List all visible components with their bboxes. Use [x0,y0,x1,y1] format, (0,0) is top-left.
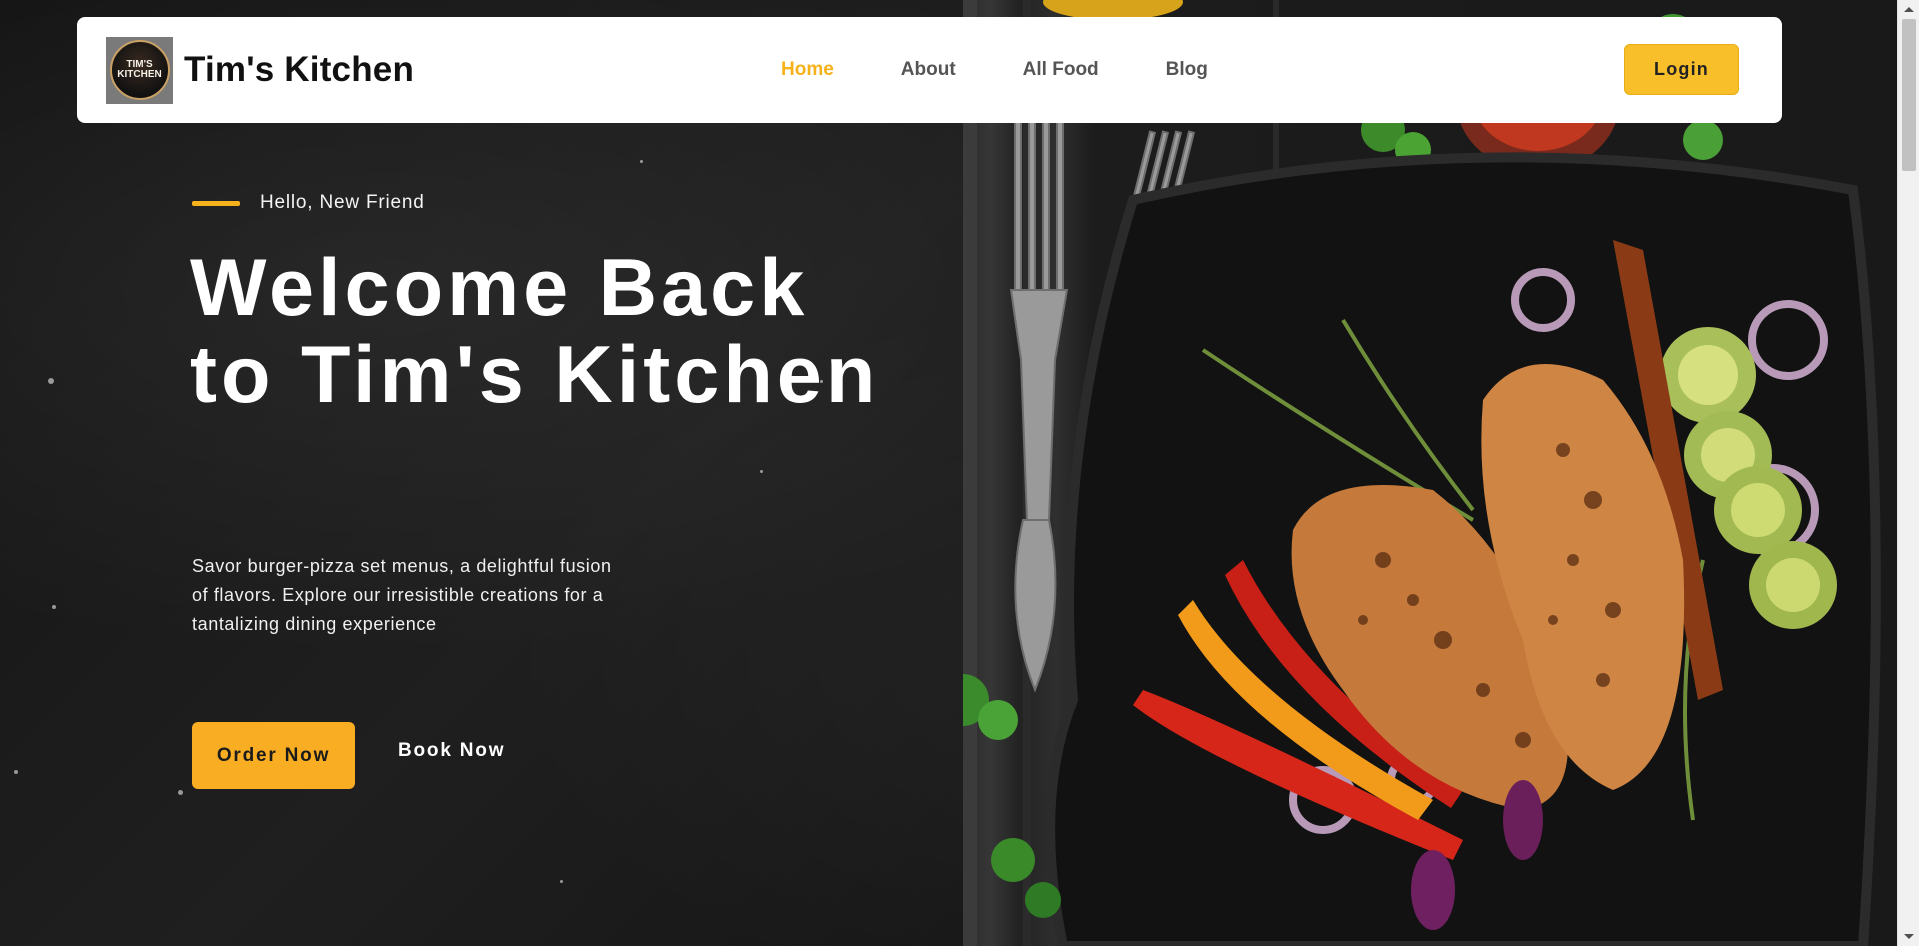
brand-name[interactable]: Tim's Kitchen [184,50,414,90]
texture-speck [48,378,54,384]
hero-section [0,0,1897,946]
page-scrollbar[interactable] [1897,0,1919,946]
nav-link-all-food[interactable]: All Food [1023,59,1099,81]
nav-links: Home About All Food Blog [781,17,1208,123]
navbar: TIM'S KITCHEN Tim's Kitchen Home About A… [77,17,1782,123]
brand[interactable]: TIM'S KITCHEN Tim's Kitchen [106,36,414,104]
login-button[interactable]: Login [1624,44,1739,95]
texture-speck [14,770,18,774]
texture-speck [52,605,56,609]
texture-speck [640,160,643,163]
texture-speck [560,880,563,883]
nav-link-about[interactable]: About [901,59,956,81]
hero-description: Savor burger-pizza set menus, a delightf… [192,556,612,634]
hero-headline: Welcome Back to Tim's Kitchen [190,243,880,420]
food-illustration [963,0,1881,946]
book-now-button[interactable]: Book Now [398,740,505,762]
scroll-down-icon[interactable] [1904,934,1914,939]
grilled-chicken-plate-image [963,0,1897,946]
tagline-text: Hello, New Friend [260,192,425,213]
texture-speck [760,470,763,473]
tims-kitchen-logo-icon[interactable]: TIM'S KITCHEN [106,36,173,104]
order-now-button[interactable]: Order Now [192,722,355,789]
tagline-accent-bar [192,200,240,206]
texture-speck [178,790,183,795]
tagline: Hello, New Friend [192,192,425,214]
nav-link-home[interactable]: Home [781,59,834,81]
scroll-thumb[interactable] [1902,19,1916,171]
logo-badge: TIM'S KITCHEN [109,40,170,100]
nav-link-blog[interactable]: Blog [1166,59,1208,81]
scroll-up-icon[interactable] [1904,7,1914,12]
